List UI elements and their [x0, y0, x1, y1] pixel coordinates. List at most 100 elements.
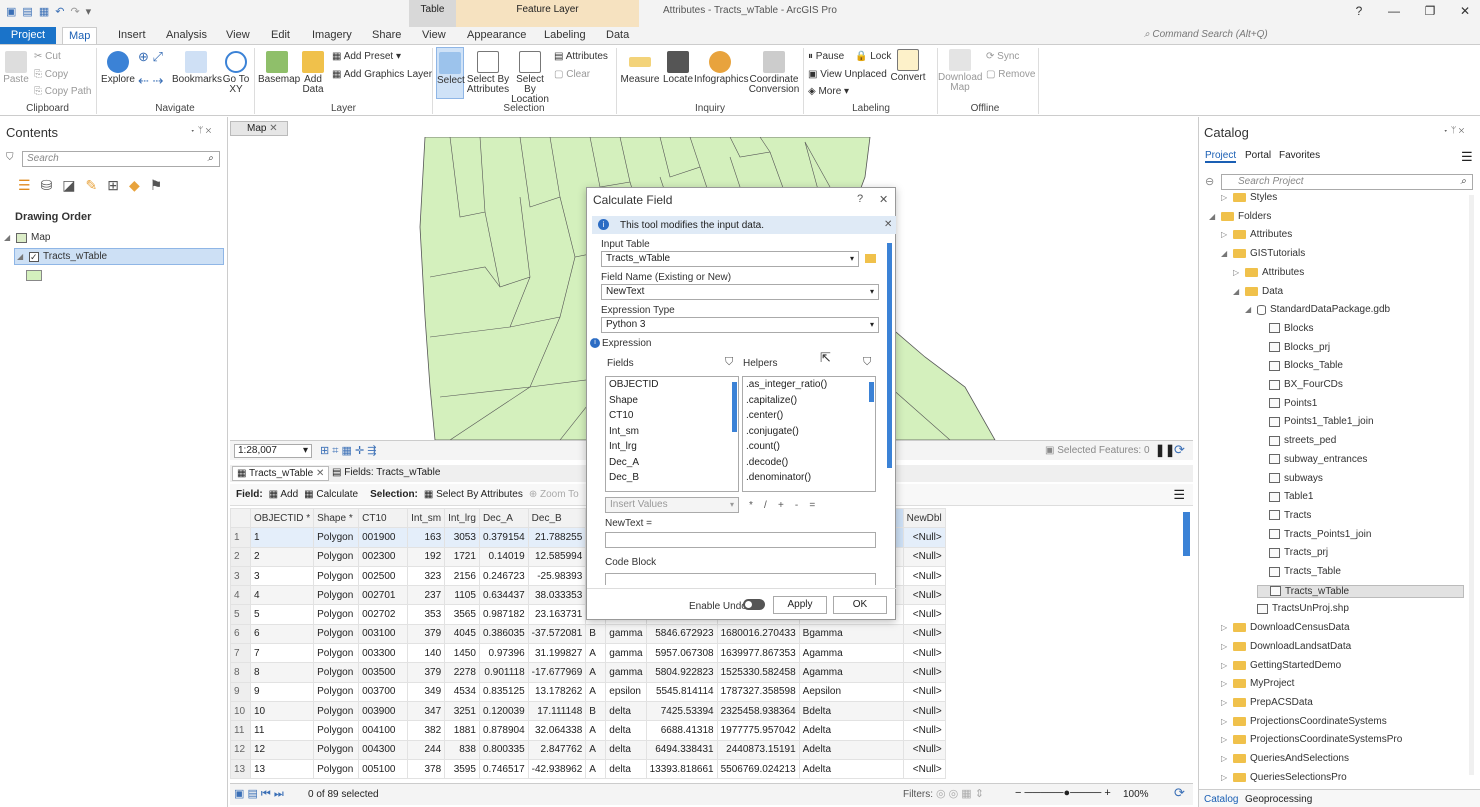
table-cell[interactable]: B	[585, 700, 607, 722]
zoom-slider[interactable]: − ─────●──── +	[1015, 787, 1111, 799]
multiply-button[interactable]: *	[749, 500, 753, 511]
expand-icon[interactable]: ▷	[1221, 717, 1229, 726]
editing-icon[interactable]: ✎	[86, 177, 98, 194]
table-cell[interactable]: Polygon	[313, 739, 360, 760]
helper-list-item[interactable]: .capitalize()	[743, 393, 875, 409]
table-cell[interactable]: 1977775.957042	[716, 720, 800, 741]
table-cell[interactable]: delta	[605, 739, 647, 760]
tab-project[interactable]: Project	[0, 27, 56, 44]
table-cell[interactable]: <Null>	[902, 681, 946, 702]
table-cell[interactable]: 7425.53394	[645, 700, 718, 722]
table-cell[interactable]: 32.064338	[527, 720, 587, 741]
table-cell[interactable]: A	[585, 739, 607, 760]
fields-scrollbar[interactable]	[732, 382, 737, 432]
select-by-location-button[interactable]: Select By Location	[510, 51, 550, 105]
convert-button[interactable]: Convert	[890, 49, 926, 83]
dialog-help-button[interactable]: ?	[857, 193, 863, 205]
close-icon[interactable]: ✕	[884, 219, 892, 230]
select-by-attributes-table-button[interactable]: ▦ Select By Attributes	[424, 489, 523, 500]
catalog-item[interactable]: Blocks	[1257, 323, 1313, 334]
table-cell[interactable]: Aepsilon	[798, 681, 904, 702]
catalog-scrollbar[interactable]	[1469, 195, 1474, 775]
table-cell[interactable]: 0.97396	[478, 643, 529, 664]
table-cell[interactable]: 003100	[358, 623, 409, 645]
catalog-item[interactable]: ▷ ProjectionsCoordinateSystems	[1221, 716, 1387, 727]
table-cell[interactable]: Agamma	[798, 643, 904, 664]
table-scrollbar[interactable]	[1183, 512, 1190, 556]
table-cell[interactable]: 0.835125	[478, 681, 529, 702]
help-button[interactable]: ?	[1349, 4, 1369, 18]
more-button[interactable]: ◈ More ▾	[808, 86, 849, 97]
add-data-button[interactable]: Add Data	[300, 51, 326, 95]
tab-data[interactable]: Data	[600, 27, 635, 44]
tab-imagery[interactable]: Imagery	[306, 27, 358, 44]
column-header[interactable]: Int_lrg	[444, 508, 480, 529]
table-cell[interactable]: -42.938962	[527, 758, 587, 780]
table-cell[interactable]: 002300	[358, 546, 409, 567]
table-cell[interactable]: 0.800335	[478, 739, 529, 760]
tab-analysis[interactable]: Analysis	[160, 27, 213, 44]
fields-view-tab[interactable]: ▤ Fields: Tracts_wTable	[328, 466, 444, 481]
minimize-button[interactable]: —	[1384, 4, 1404, 18]
table-cell[interactable]: 1105	[444, 585, 480, 606]
expand-icon[interactable]: ◢	[1209, 212, 1217, 221]
expand-icon[interactable]: ▷	[1221, 661, 1229, 670]
expand-icon[interactable]: ◢	[1245, 305, 1253, 314]
table-cell[interactable]: 1450	[444, 643, 480, 664]
expand-icon[interactable]: ◢	[4, 233, 12, 242]
refresh-icon[interactable]: ⟳	[1174, 442, 1185, 458]
table-cell[interactable]: 244	[407, 739, 446, 760]
row-number[interactable]: 3	[230, 565, 251, 587]
catalog-item[interactable]: ▷ MyProject	[1221, 678, 1294, 689]
catalog-item[interactable]: Tracts_Table	[1257, 566, 1341, 577]
row-number[interactable]: 12	[230, 739, 251, 760]
code-block-input[interactable]	[605, 573, 876, 585]
table-cell[interactable]: Bgamma	[798, 623, 904, 645]
calculate-field-button[interactable]: ▦ Calculate	[304, 489, 358, 500]
catalog-item[interactable]: ◢ GISTutorials	[1221, 248, 1305, 259]
table-cell[interactable]: 3251	[444, 700, 480, 722]
table-cell[interactable]: 5804.922823	[645, 662, 718, 683]
row-number[interactable]: 5	[230, 604, 251, 625]
drawing-order-icon[interactable]: ☰	[18, 177, 31, 194]
table-row[interactable]: 11 11 Polygon 004100 382 1881 0.878904 32.06433…	[230, 720, 946, 741]
table-cell[interactable]: 2440873.15191	[716, 739, 800, 760]
add-field-button[interactable]: ▦ Add	[269, 489, 298, 500]
table-cell[interactable]: B	[585, 623, 607, 645]
map-view-tab[interactable]: Map ✕	[230, 121, 288, 136]
expression-type-select[interactable]: Python 3 ▾	[601, 317, 879, 333]
map-node[interactable]: ◢ Map	[4, 232, 50, 243]
table-cell[interactable]: Polygon	[313, 604, 360, 625]
coordinate-conversion-button[interactable]: Coordinate Conversion	[748, 51, 800, 95]
table-cell[interactable]: 9	[249, 681, 315, 702]
row-number[interactable]: 11	[230, 720, 251, 741]
table-cell[interactable]: 353	[407, 604, 446, 625]
table-cell[interactable]: 12.585994	[527, 546, 587, 567]
row-number[interactable]: 13	[230, 758, 251, 780]
table-cell[interactable]: 1881	[444, 720, 480, 741]
table-cell[interactable]: Adelta	[798, 720, 904, 741]
table-cell[interactable]: 0.379154	[478, 527, 529, 548]
catalog-item[interactable]: Blocks_prj	[1257, 342, 1330, 353]
insert-values-select[interactable]: Insert Values ▾	[605, 497, 739, 513]
redo-icon[interactable]: ↷	[70, 5, 79, 18]
helpers-list[interactable]: .as_integer_ratio() .capitalize() .center(…	[742, 376, 876, 492]
select-by-attributes-button[interactable]: Select By Attributes	[466, 51, 510, 95]
table-cell[interactable]: <Null>	[902, 585, 946, 606]
table-cell[interactable]: 003900	[358, 700, 409, 722]
table-cell[interactable]: 323	[407, 565, 446, 587]
table-cell[interactable]: 4	[249, 585, 315, 606]
table-cell[interactable]: 004100	[358, 720, 409, 741]
table-cell[interactable]: Polygon	[313, 643, 360, 664]
table-cell[interactable]: Polygon	[313, 662, 360, 683]
table-cell[interactable]: 003700	[358, 681, 409, 702]
catalog-item[interactable]: BX_FourCDs	[1257, 379, 1343, 390]
catalog-menu-icon[interactable]: ☰	[1461, 149, 1473, 165]
new-icon[interactable]: ▣	[6, 5, 16, 18]
field-list-item[interactable]: Dec_A	[606, 455, 738, 471]
table-cell[interactable]: 13.178262	[527, 681, 587, 702]
table-cell[interactable]: 13393.818661	[645, 758, 718, 780]
catalog-item[interactable]: ▷ DownloadLandsatData	[1221, 641, 1351, 652]
table-cell[interactable]: 5506769.024213	[716, 758, 800, 780]
pane-options-icon[interactable]: ▾ ᛘ ✕	[190, 125, 211, 135]
